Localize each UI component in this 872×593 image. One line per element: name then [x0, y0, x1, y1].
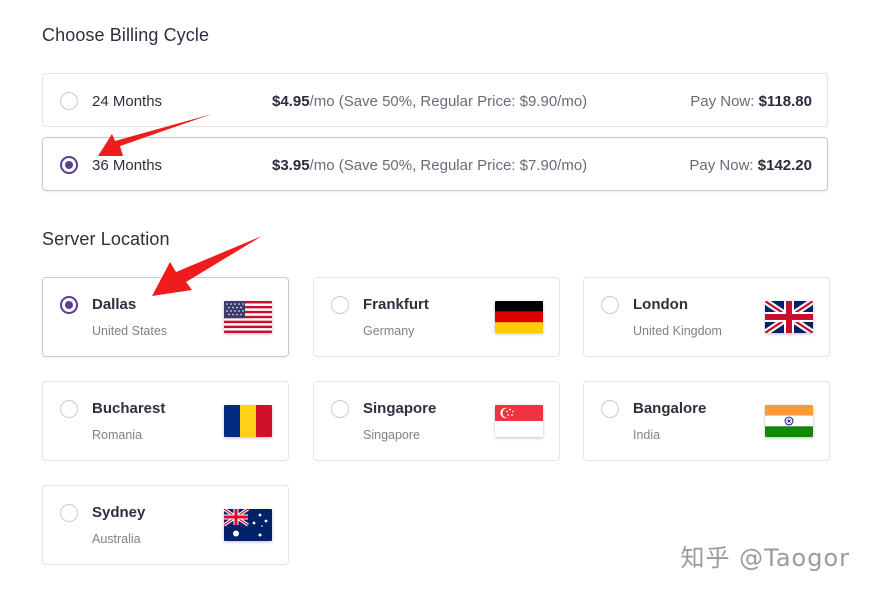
plan-term: 36 Months	[92, 157, 163, 174]
location-option-dallas[interactable]: Dallas United States	[42, 277, 289, 357]
radio-button[interactable]	[601, 400, 619, 418]
singapore-flag-icon	[495, 405, 543, 437]
plan-price: $4.95/mo (Save 50%, Regular Price: $9.90…	[272, 93, 588, 110]
plan-option-24-months[interactable]: 24 Months $4.95/mo (Save 50%, Regular Pr…	[42, 73, 828, 127]
uk-flag-icon	[765, 301, 813, 333]
location-country: India	[633, 428, 661, 442]
india-flag-icon	[765, 405, 813, 437]
location-city: Sydney	[92, 504, 146, 521]
plan-option-36-months[interactable]: 36 Months $3.95/mo (Save 50%, Regular Pr…	[42, 137, 828, 191]
watermark: 知乎 @Taogor	[680, 544, 850, 572]
location-country: United Kingdom	[633, 324, 722, 338]
radio-button-checked[interactable]	[60, 156, 78, 174]
radio-button-checked[interactable]	[60, 296, 78, 314]
location-city: Dallas	[92, 296, 137, 313]
location-country: United States	[92, 324, 168, 338]
plan-price: $3.95/mo (Save 50%, Regular Price: $7.90…	[272, 157, 588, 174]
location-country: Singapore	[363, 428, 420, 442]
location-option-bangalore[interactable]: Bangalore India	[583, 381, 830, 461]
location-option-bucharest[interactable]: Bucharest Romania	[42, 381, 289, 461]
australia-flag-icon	[224, 509, 272, 541]
location-city: Bangalore	[633, 400, 707, 417]
location-country: Australia	[92, 532, 141, 546]
plan-pay-now: Pay Now: $142.20	[689, 157, 812, 174]
location-country: Germany	[363, 324, 415, 338]
location-option-london[interactable]: London United Kingdom	[583, 277, 830, 357]
radio-button[interactable]	[601, 296, 619, 314]
radio-button[interactable]	[60, 504, 78, 522]
plan-pay-now: Pay Now: $118.80	[690, 93, 812, 110]
us-flag-icon	[224, 301, 272, 333]
server-location-title: Server Location	[42, 229, 170, 249]
radio-button[interactable]	[60, 400, 78, 418]
radio-button[interactable]	[331, 400, 349, 418]
location-city: Bucharest	[92, 400, 166, 417]
location-country: Romania	[92, 428, 143, 442]
plan-term: 24 Months	[92, 93, 163, 110]
billing-cycle-title: Choose Billing Cycle	[42, 25, 210, 45]
radio-button[interactable]	[60, 92, 78, 110]
germany-flag-icon	[495, 301, 543, 333]
location-option-sydney[interactable]: Sydney Australia	[42, 485, 289, 565]
romania-flag-icon	[224, 405, 272, 437]
location-option-frankfurt[interactable]: Frankfurt Germany	[313, 277, 560, 357]
location-option-singapore[interactable]: Singapore Singapore	[313, 381, 560, 461]
radio-button[interactable]	[331, 296, 349, 314]
location-city: London	[633, 296, 688, 313]
location-city: Frankfurt	[363, 296, 429, 313]
location-city: Singapore	[363, 400, 437, 417]
